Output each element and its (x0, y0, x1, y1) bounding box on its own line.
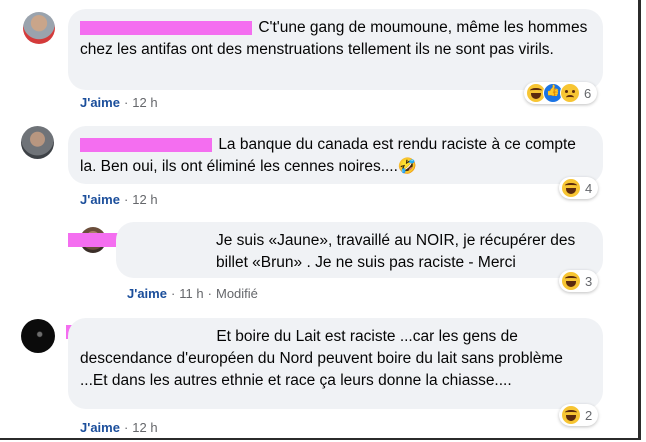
timestamp[interactable]: 12 h (132, 95, 157, 110)
reaction-summary[interactable]: 6 (524, 82, 598, 104)
avatar[interactable] (23, 12, 55, 44)
redacted-author-name[interactable] (80, 137, 212, 152)
timestamp[interactable]: 12 h (132, 420, 157, 435)
reaction-summary[interactable]: 3 (559, 270, 599, 292)
reaction-count: 2 (585, 407, 593, 423)
comment-bubble: La banque du canada est rendu raciste à … (68, 126, 603, 184)
avatar[interactable] (21, 319, 55, 353)
reaction-count: 4 (585, 180, 593, 196)
redacted-author-name[interactable] (80, 20, 252, 35)
reaction-summary[interactable]: 4 (559, 177, 599, 199)
laugh-reaction-icon (561, 405, 581, 425)
comment-bubble: Et boire du Lait est raciste ...car les … (68, 318, 603, 409)
comments-panel: C't'une gang de moumoune, même les homme… (0, 0, 641, 440)
like-link[interactable]: J'aime (80, 192, 120, 207)
timestamp[interactable]: 11 h (179, 286, 203, 301)
reaction-count: 3 (585, 273, 593, 289)
comment-actions: J'aime · 12 h (80, 420, 158, 435)
avatar[interactable] (21, 126, 54, 159)
reaction-summary[interactable]: 2 (559, 404, 599, 426)
comment-text: Je suis «Jaune», travaillé au NOIR, je r… (216, 232, 576, 271)
like-link[interactable]: J'aime (127, 286, 167, 301)
like-link[interactable]: J'aime (80, 420, 120, 435)
laugh-reaction-icon (561, 271, 581, 291)
sad-reaction-icon (560, 83, 580, 103)
comment-text: Et boire du Lait est raciste ...car les … (80, 328, 563, 389)
comment-actions: J'aime · 12 h (80, 192, 158, 207)
reply-bubble: Je suis «Jaune», travaillé au NOIR, je r… (116, 222, 603, 278)
laugh-reaction-icon (561, 178, 581, 198)
edited-label[interactable]: Modifié (216, 286, 258, 301)
like-link[interactable]: J'aime (80, 95, 120, 110)
comment-bubble: C't'une gang de moumoune, même les homme… (68, 9, 603, 90)
reply-actions: J'aime · 11 h · Modifié (127, 286, 258, 301)
reaction-count: 6 (584, 85, 592, 101)
comment-actions: J'aime · 12 h (80, 95, 158, 110)
timestamp[interactable]: 12 h (132, 192, 157, 207)
